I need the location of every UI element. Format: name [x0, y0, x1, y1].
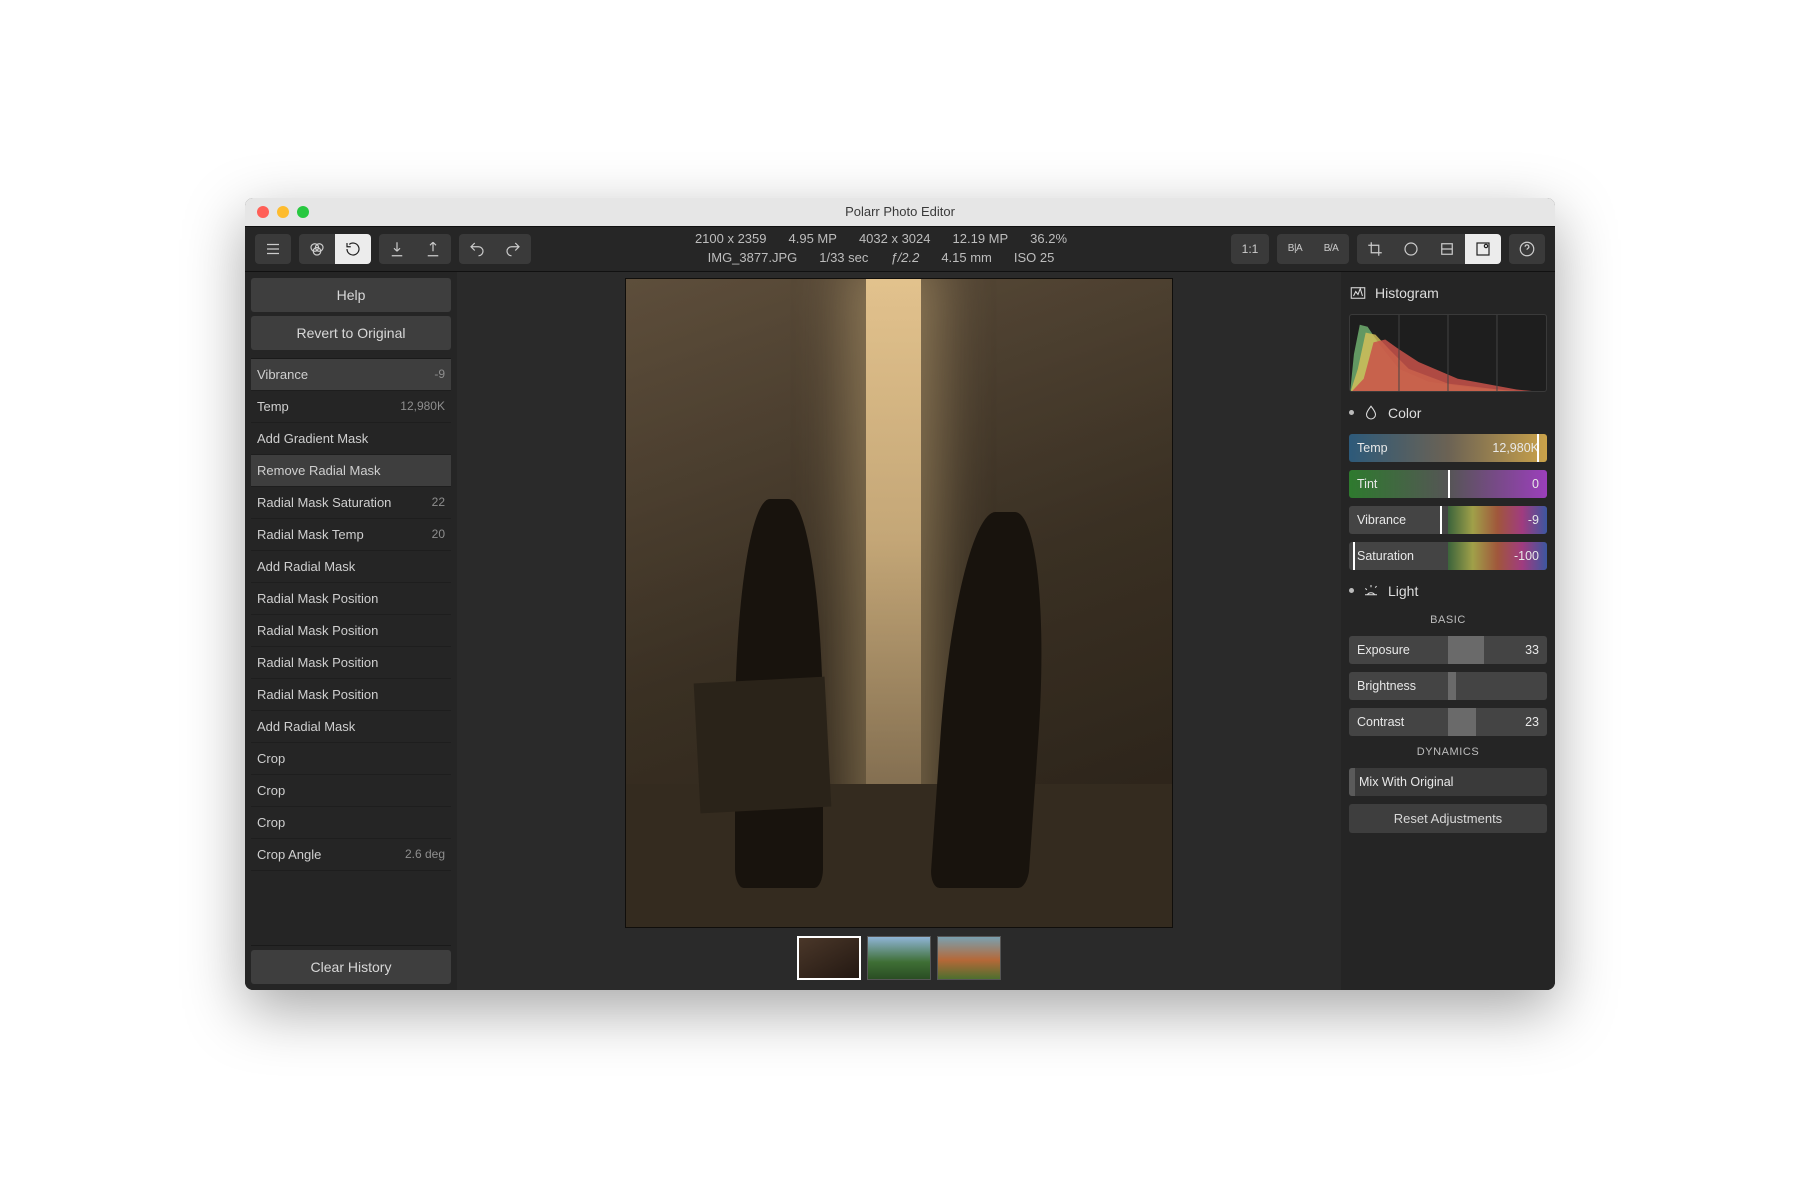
compare-diagonal-button[interactable]: B/A	[1313, 234, 1349, 264]
gradient-tool-button[interactable]	[1429, 234, 1465, 264]
full-dimensions: 4032 x 3024	[859, 230, 931, 248]
history-item[interactable]: Vibrance -9	[251, 359, 451, 391]
crop-megapixels: 4.95 MP	[789, 230, 837, 248]
zoom-level: 36.2%	[1030, 230, 1067, 248]
f-stop: ƒ/2.2	[890, 249, 919, 267]
crop-dimensions: 2100 x 2359	[695, 230, 767, 248]
canvas-area	[457, 272, 1341, 990]
right-panel: Histogram Color Temp 12,980K Tint 0 Vibr…	[1341, 272, 1555, 990]
history-list[interactable]: Vibrance -9 Temp 12,980K Add Gradient Mask Re…	[251, 358, 451, 946]
history-item[interactable]: Add Radial Mask	[251, 551, 451, 583]
basic-label: BASIC	[1349, 614, 1547, 626]
undo-button[interactable]	[459, 234, 495, 264]
brightness-slider[interactable]: Brightness	[1349, 672, 1547, 700]
left-panel: Help Revert to Original Vibrance -9 Temp 12…	[245, 272, 457, 990]
thumbnail[interactable]	[937, 936, 1001, 980]
history-item-label: Crop Angle	[257, 847, 321, 862]
history-item-label: Vibrance	[257, 367, 308, 382]
history-item[interactable]: Crop	[251, 807, 451, 839]
modified-dot-icon	[1349, 410, 1354, 415]
focal-length: 4.15 mm	[941, 249, 992, 267]
filmstrip	[797, 928, 1001, 984]
thumbnail[interactable]	[797, 936, 861, 980]
history-item-label: Crop	[257, 815, 285, 830]
history-item[interactable]: Crop	[251, 743, 451, 775]
dynamics-label: DYNAMICS	[1349, 746, 1547, 758]
temp-slider[interactable]: Temp 12,980K	[1349, 434, 1547, 462]
history-item-label: Radial Mask Position	[257, 591, 378, 606]
history-item-label: Radial Mask Position	[257, 655, 378, 670]
history-item[interactable]: Radial Mask Saturation 22	[251, 487, 451, 519]
toolbar: 2100 x 2359 4.95 MP 4032 x 3024 12.19 MP…	[245, 226, 1555, 272]
file-name: IMG_3877.JPG	[708, 249, 798, 267]
window-title: Polarr Photo Editor	[245, 204, 1555, 219]
saturation-slider[interactable]: Saturation -100	[1349, 542, 1547, 570]
history-item-value: 2.6 deg	[405, 847, 445, 861]
menu-button[interactable]	[255, 234, 291, 264]
help-panel-button[interactable]: Help	[251, 278, 451, 312]
contrast-slider[interactable]: Contrast 23	[1349, 708, 1547, 736]
clear-history-button[interactable]: Clear History	[251, 950, 451, 984]
help-button[interactable]	[1509, 234, 1545, 264]
photo-preview[interactable]	[625, 278, 1173, 928]
import-button[interactable]	[379, 234, 415, 264]
history-item-label: Radial Mask Position	[257, 623, 378, 638]
reset-adjustments-button[interactable]: Reset Adjustments	[1349, 804, 1547, 833]
droplet-icon	[1362, 404, 1380, 422]
export-button[interactable]	[415, 234, 451, 264]
compare-side-button[interactable]: B|A	[1277, 234, 1313, 264]
modified-dot-icon	[1349, 588, 1354, 593]
iso-value: ISO 25	[1014, 249, 1054, 267]
history-item-label: Radial Mask Position	[257, 687, 378, 702]
history-item-value: -9	[434, 367, 445, 381]
one-to-one-button[interactable]: 1:1	[1231, 234, 1269, 264]
history-item[interactable]: Radial Mask Position	[251, 583, 451, 615]
history-item-label: Radial Mask Temp	[257, 527, 364, 542]
history-item[interactable]: Add Radial Mask	[251, 711, 451, 743]
titlebar: Polarr Photo Editor	[245, 198, 1555, 226]
crop-tool-button[interactable]	[1357, 234, 1393, 264]
history-item-value: 12,980K	[400, 399, 445, 413]
exposure-slider[interactable]: Exposure 33	[1349, 636, 1547, 664]
vibrance-slider[interactable]: Vibrance -9	[1349, 506, 1547, 534]
tint-slider[interactable]: Tint 0	[1349, 470, 1547, 498]
app-window: Polarr Photo Editor 2100 x 2359 4.95 MP …	[245, 198, 1555, 990]
history-item-label: Add Radial Mask	[257, 719, 355, 734]
history-item[interactable]: Crop Angle 2.6 deg	[251, 839, 451, 871]
history-item-label: Add Gradient Mask	[257, 431, 368, 446]
history-item-value: 22	[432, 495, 445, 509]
history-item-label: Remove Radial Mask	[257, 463, 381, 478]
thumbnail[interactable]	[867, 936, 931, 980]
adjustments-tool-button[interactable]	[1465, 234, 1501, 264]
history-item[interactable]: Remove Radial Mask	[251, 455, 451, 487]
shutter-speed: 1/33 sec	[819, 249, 868, 267]
color-section-header[interactable]: Color	[1349, 400, 1547, 426]
history-item-value: 20	[432, 527, 445, 541]
sun-icon	[1362, 582, 1380, 600]
history-item[interactable]: Temp 12,980K	[251, 391, 451, 423]
history-item[interactable]: Radial Mask Position	[251, 679, 451, 711]
radial-tool-button[interactable]	[1393, 234, 1429, 264]
history-item[interactable]: Radial Mask Temp 20	[251, 519, 451, 551]
history-item[interactable]: Radial Mask Position	[251, 615, 451, 647]
history-item-label: Add Radial Mask	[257, 559, 355, 574]
filters-button[interactable]	[299, 234, 335, 264]
histogram-header[interactable]: Histogram	[1349, 280, 1547, 306]
history-button[interactable]	[335, 234, 371, 264]
history-item[interactable]: Add Gradient Mask	[251, 423, 451, 455]
revert-button[interactable]: Revert to Original	[251, 316, 451, 350]
redo-button[interactable]	[495, 234, 531, 264]
full-megapixels: 12.19 MP	[953, 230, 1009, 248]
history-item-label: Temp	[257, 399, 289, 414]
history-item-label: Crop	[257, 783, 285, 798]
history-item[interactable]: Radial Mask Position	[251, 647, 451, 679]
history-item-label: Radial Mask Saturation	[257, 495, 391, 510]
history-item-label: Crop	[257, 751, 285, 766]
light-section-header[interactable]: Light	[1349, 578, 1547, 604]
history-item[interactable]: Crop	[251, 775, 451, 807]
mix-original-slider[interactable]: Mix With Original	[1349, 768, 1547, 796]
file-metadata: 2100 x 2359 4.95 MP 4032 x 3024 12.19 MP…	[539, 230, 1223, 266]
histogram-chart	[1349, 314, 1547, 392]
